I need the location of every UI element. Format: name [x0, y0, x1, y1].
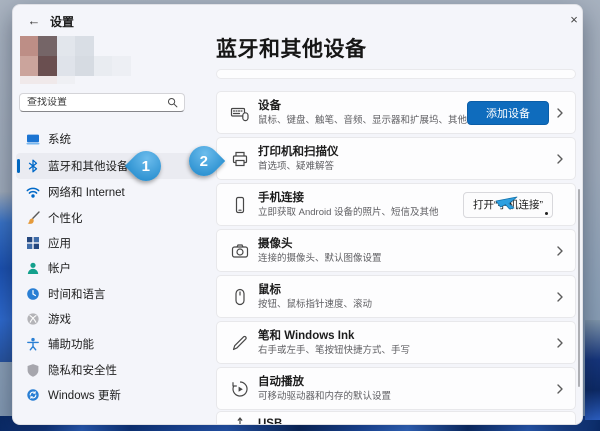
card-subtitle: 按钮、鼠标指针速度、滚动 — [258, 298, 373, 310]
annotation-step-2-label: 2 — [199, 152, 209, 170]
page-title: 蓝牙和其他设备 — [216, 38, 367, 61]
sidebar-item-privacy-security[interactable]: 隐私和安全性 — [16, 357, 200, 383]
sidebar-item-label: 时间和语言 — [48, 289, 106, 301]
desktop: ← 设置 × 系统 — [0, 0, 600, 431]
selected-accent-bar — [17, 159, 20, 173]
autoplay-icon — [230, 379, 250, 399]
card-title: 打印机和扫描仪 — [258, 145, 339, 158]
sidebar-item-label: 系统 — [48, 134, 71, 146]
sidebar-item-label: 游戏 — [48, 314, 71, 326]
sidebar-item-label: 蓝牙和其他设备 — [48, 161, 129, 173]
xbox-icon — [26, 312, 40, 326]
chevron-right-icon — [555, 337, 565, 348]
camera-icon — [230, 241, 250, 261]
search-icon — [167, 97, 178, 108]
sidebar-item-label: 应用 — [48, 238, 71, 250]
card-cameras[interactable]: 摄像头 连接的摄像头、默认图像设置 — [216, 229, 576, 272]
annotation-step-1-label: 1 — [141, 157, 151, 175]
sidebar-item-label: 辅助功能 — [48, 339, 94, 351]
pen-icon — [230, 333, 250, 353]
card-printers-scanners[interactable]: 打印机和扫描仪 首选项、疑难解答 — [216, 137, 576, 180]
sidebar-item-network[interactable]: 网络和 Internet — [16, 179, 200, 205]
card-phone-link[interactable]: 手机连接 立即获取 Android 设备的照片、短信及其他 打开“手机连接” — [216, 183, 576, 226]
mouse-cursor-icon — [495, 191, 521, 220]
chevron-right-icon — [555, 245, 565, 256]
wallpaper-right — [585, 320, 600, 420]
search-input[interactable] — [20, 97, 167, 108]
chevron-right-icon — [555, 291, 565, 302]
card-autoplay[interactable]: 自动播放 可移动驱动器和内存的默认设置 — [216, 367, 576, 410]
card-title: 摄像头 — [258, 237, 293, 250]
clock-globe-icon — [26, 287, 40, 301]
sidebar-item-bluetooth-devices[interactable]: 蓝牙和其他设备 — [16, 153, 200, 179]
sidebar-item-accessibility[interactable]: 辅助功能 — [16, 331, 200, 357]
settings-search — [19, 93, 185, 112]
wifi-icon — [26, 185, 40, 199]
sidebar-item-system[interactable]: 系统 — [16, 126, 200, 152]
card-subtitle: 立即获取 Android 设备的照片、短信及其他 — [258, 206, 439, 218]
card-pen-windows-ink[interactable]: 笔和 Windows Ink 右手或左手、笔按钮快捷方式、手写 — [216, 321, 576, 364]
sidebar-item-accounts[interactable]: 帐户 — [16, 255, 200, 281]
keyboard-mouse-icon — [230, 103, 250, 123]
apps-grid-icon — [26, 236, 40, 250]
vertical-scrollbar[interactable] — [578, 189, 580, 387]
sidebar-item-time-language[interactable]: 时间和语言 — [16, 281, 200, 307]
card-mouse[interactable]: 鼠标 按钮、鼠标指针速度、滚动 — [216, 275, 576, 318]
chevron-right-icon — [555, 107, 565, 118]
sidebar-item-gaming[interactable]: 游戏 — [16, 306, 200, 332]
sidebar-item-windows-update[interactable]: Windows 更新 — [16, 382, 200, 408]
update-arrows-icon — [26, 388, 40, 402]
partially-scrolled-card — [216, 69, 576, 79]
card-title: 设备 — [258, 99, 281, 112]
person-icon — [26, 261, 40, 275]
chevron-right-icon — [555, 153, 565, 164]
brush-icon — [26, 211, 40, 225]
sidebar-item-label: 网络和 Internet — [48, 187, 125, 199]
back-arrow-icon: ← — [27, 12, 41, 28]
account-avatar-redacted[interactable] — [20, 36, 150, 84]
sidebar-item-personalization[interactable]: 个性化 — [16, 205, 200, 231]
system-icon — [26, 132, 40, 146]
card-devices[interactable]: 设备 鼠标、键盘、触笔、音频、显示器和扩展坞、其他设备 添加设备 — [216, 91, 576, 134]
back-button[interactable]: ← — [23, 9, 45, 31]
card-title: 自动播放 — [258, 375, 304, 388]
usb-icon — [230, 416, 250, 424]
sidebar-item-apps[interactable]: 应用 — [16, 230, 200, 256]
add-device-button[interactable]: 添加设备 — [467, 100, 549, 125]
card-subtitle: 鼠标、键盘、触笔、音频、显示器和扩展坞、其他设备 — [258, 114, 487, 126]
close-button[interactable]: × — [561, 8, 582, 30]
card-subtitle: 可移动驱动器和内存的默认设置 — [258, 390, 392, 402]
bluetooth-icon — [26, 159, 40, 173]
printer-icon — [230, 149, 250, 169]
accessibility-person-icon — [26, 337, 40, 351]
chevron-right-icon — [555, 383, 565, 394]
card-subtitle: 右手或左手、笔按钮快捷方式、手写 — [258, 344, 411, 356]
phone-icon — [230, 195, 250, 215]
sidebar-item-label: Windows 更新 — [48, 390, 121, 402]
card-title: USB — [258, 418, 283, 425]
sidebar-item-label: 个性化 — [48, 213, 83, 225]
sidebar-item-label: 帐户 — [48, 263, 71, 275]
cursor-click-dot — [545, 212, 548, 215]
sidebar-item-label: 隐私和安全性 — [48, 365, 117, 377]
card-title: 笔和 Windows Ink — [258, 329, 355, 342]
card-title: 手机连接 — [258, 191, 304, 204]
close-icon: × — [570, 11, 578, 27]
card-subtitle: 连接的摄像头、默认图像设置 — [258, 252, 382, 264]
mouse-icon — [230, 287, 250, 307]
card-title: 鼠标 — [258, 283, 281, 296]
card-subtitle: 首选项、疑难解答 — [258, 160, 335, 172]
shield-icon — [26, 363, 40, 377]
card-usb[interactable]: USB — [216, 411, 576, 425]
window-title: 设置 — [50, 15, 75, 29]
